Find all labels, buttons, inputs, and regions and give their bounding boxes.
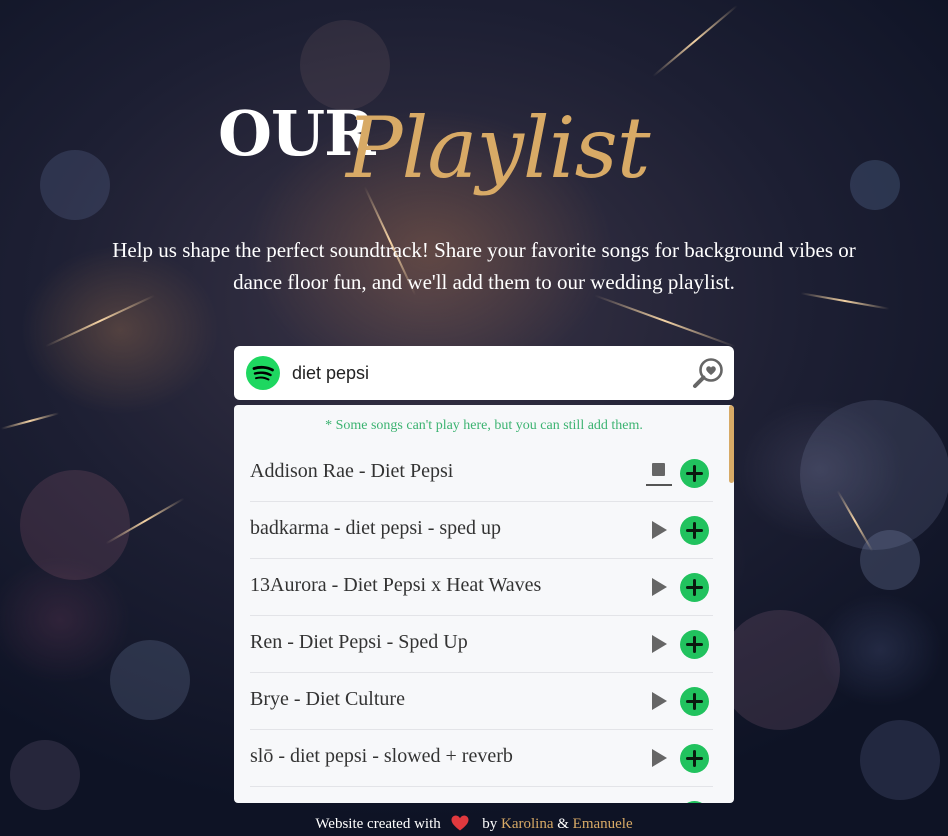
add-song-icon[interactable] bbox=[680, 516, 709, 545]
hero-title: OUR Playlist bbox=[218, 95, 778, 215]
song-result-row-partial bbox=[250, 787, 713, 803]
add-song-icon[interactable] bbox=[680, 801, 709, 803]
search-input[interactable] bbox=[292, 360, 672, 386]
play-icon[interactable] bbox=[646, 575, 670, 599]
footer-by: by bbox=[482, 816, 498, 832]
author-link-emanuele[interactable]: Emanuele bbox=[573, 816, 633, 832]
results-scroll-thumb[interactable] bbox=[729, 405, 734, 483]
song-result-row: Addison Rae - Diet Pepsi bbox=[250, 445, 713, 502]
results-scrollbar[interactable] bbox=[729, 405, 734, 803]
song-title: Addison Rae - Diet Pepsi bbox=[250, 460, 454, 482]
add-song-icon[interactable] bbox=[680, 687, 709, 716]
spotify-icon bbox=[246, 356, 280, 390]
add-song-icon[interactable] bbox=[680, 573, 709, 602]
song-title: Brye - Diet Culture bbox=[250, 688, 405, 710]
hero-subtitle: Help us shape the perfect soundtrack! Sh… bbox=[90, 234, 878, 298]
playback-note: * Some songs can't play here, but you ca… bbox=[325, 418, 643, 433]
search-heart-icon[interactable] bbox=[692, 357, 724, 389]
heart-icon bbox=[451, 815, 468, 831]
footer: Website created with by Karolina & Emanu… bbox=[0, 815, 948, 833]
search-results-panel[interactable]: * Some songs can't play here, but you ca… bbox=[234, 405, 734, 803]
play-icon[interactable] bbox=[646, 746, 670, 770]
author-link-karolina[interactable]: Karolina bbox=[501, 816, 553, 832]
title-playlist: Playlist bbox=[346, 99, 651, 197]
subtitle-line-2: dance floor fun, and we'll add them to o… bbox=[233, 270, 735, 294]
subtitle-line-1: Help us shape the perfect soundtrack! Sh… bbox=[112, 238, 856, 262]
song-result-row: badkarma - diet pepsi - sped up bbox=[250, 502, 713, 559]
add-song-icon[interactable] bbox=[680, 744, 709, 773]
add-song-icon[interactable] bbox=[680, 459, 709, 488]
song-title: badkarma - diet pepsi - sped up bbox=[250, 517, 502, 539]
add-song-icon[interactable] bbox=[680, 630, 709, 659]
song-title: 13Aurora - Diet Pepsi x Heat Waves bbox=[250, 574, 542, 596]
stop-icon[interactable] bbox=[646, 458, 672, 486]
song-result-row: 13Aurora - Diet Pepsi x Heat Waves bbox=[250, 559, 713, 616]
song-title: slō - diet pepsi - slowed + reverb bbox=[250, 745, 513, 767]
song-title: Ren - Diet Pepsi - Sped Up bbox=[250, 631, 468, 653]
play-icon[interactable] bbox=[646, 632, 670, 656]
song-search-box bbox=[234, 346, 734, 400]
song-results-list: Addison Rae - Diet Pepsi badkarma - diet… bbox=[250, 445, 713, 803]
song-result-row: Brye - Diet Culture bbox=[250, 673, 713, 730]
song-result-row: Ren - Diet Pepsi - Sped Up bbox=[250, 616, 713, 673]
play-icon[interactable] bbox=[646, 689, 670, 713]
song-result-row: slō - diet pepsi - slowed + reverb bbox=[250, 730, 713, 787]
play-icon[interactable] bbox=[646, 518, 670, 542]
footer-prefix: Website created with bbox=[315, 816, 441, 832]
footer-ampersand: & bbox=[557, 816, 569, 832]
